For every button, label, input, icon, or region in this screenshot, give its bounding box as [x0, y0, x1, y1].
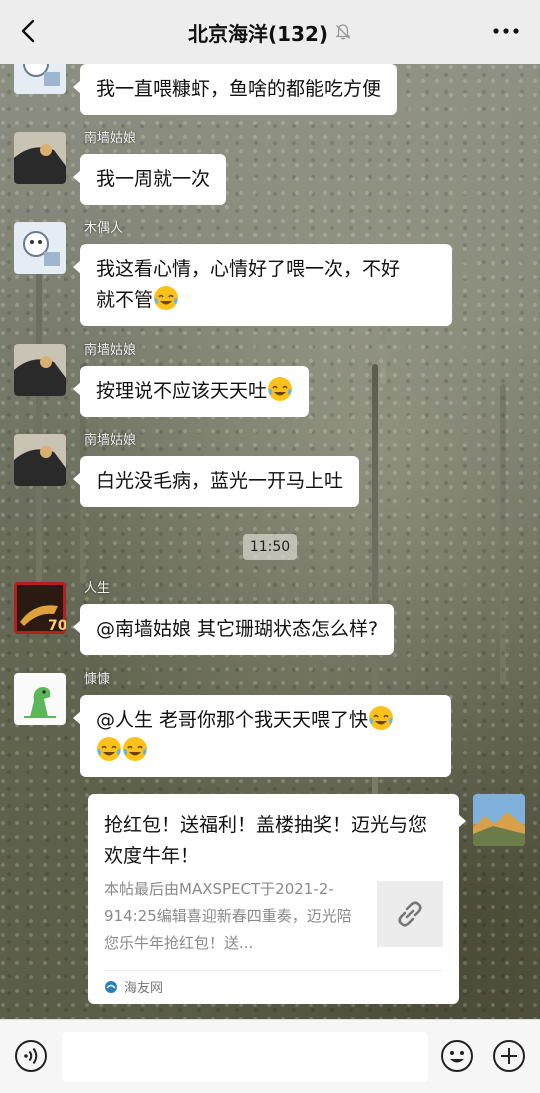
chat-title-wrap: 北京海洋(132) — [188, 18, 352, 47]
message-bubble[interactable]: 按理说不应该天天吐 — [72, 366, 310, 417]
message-text: @南墙姑娘 其它珊瑚状态怎么样? — [96, 618, 379, 640]
message-text-line1: 我这看心情，心情好了喂一次，不好 — [96, 258, 401, 280]
svg-text:70: 70 — [48, 618, 66, 634]
link-card[interactable]: 抢红包！送福利！盖楼抽奖！迈光与您欢度牛年！ 本帖最后由MAXSPECT于202… — [88, 794, 466, 1004]
sender-name: 南墙姑娘 — [84, 131, 137, 146]
self-avatar[interactable] — [473, 794, 525, 846]
message-text: 我一直喂糠虾，鱼啥的都能吃方便 — [96, 78, 382, 100]
input-bar — [0, 1019, 540, 1093]
avatar[interactable] — [14, 344, 66, 396]
chat-title: 北京海洋(132) — [187, 21, 329, 46]
message-text: @人生 老哥你那个我天天喂了快 — [96, 709, 369, 731]
timestamp: 11:50 — [243, 534, 297, 560]
avatar[interactable] — [14, 434, 66, 486]
message-text: 白光没毛病，蓝光一开马上吐 — [96, 470, 344, 492]
source-logo-icon — [105, 980, 117, 993]
message-bubble[interactable]: 我一直喂糠虾，鱼啥的都能吃方便 — [72, 64, 398, 115]
laugh-cry-emoji-icon — [268, 377, 293, 401]
link-card-description: 本帖最后由MAXSPECT于2021-2-914:25编辑喜迎新春四重奏，迈光陪… — [104, 880, 352, 952]
chevron-left-icon[interactable] — [14, 16, 44, 46]
laugh-cry-emoji-icon — [123, 737, 147, 761]
avatar[interactable] — [14, 673, 66, 725]
avatar[interactable]: 70 — [14, 582, 66, 634]
message-bubble[interactable]: @南墙姑娘 其它珊瑚状态怎么样? — [72, 604, 395, 655]
message-text-line2: 就不管 — [96, 289, 154, 311]
message-bubble[interactable]: @人生 老哥你那个我天天喂了快 — [73, 695, 451, 777]
laugh-cry-emoji-icon — [369, 706, 394, 730]
bell-muted-icon — [335, 24, 351, 40]
sender-name: 南墙姑娘 — [84, 343, 137, 358]
message-bubble[interactable]: 白光没毛病，蓝光一开马上吐 — [72, 456, 360, 507]
sender-name: 南墙姑娘 — [84, 433, 137, 448]
message-input[interactable] — [62, 1032, 428, 1082]
ellipsis-icon[interactable] — [490, 18, 522, 44]
sender-name: 木偶人 — [84, 221, 124, 236]
link-card-title: 抢红包！送福利！盖楼抽奖！迈光与您欢度牛年！ — [104, 814, 428, 867]
plus-icon[interactable] — [492, 1039, 526, 1073]
voice-icon[interactable] — [14, 1039, 48, 1073]
avatar[interactable] — [14, 222, 66, 274]
avatar[interactable] — [14, 132, 66, 184]
laugh-cry-emoji-icon — [97, 737, 121, 761]
message-text: 按理说不应该天天吐 — [96, 380, 268, 402]
message-text: 我一周就一次 — [96, 168, 211, 190]
link-card-source: 海友网 — [104, 970, 443, 996]
chat-header: 北京海洋(132) — [0, 0, 540, 64]
message-bubble[interactable]: 我一周就一次 — [72, 154, 227, 205]
emoji-icon[interactable] — [440, 1039, 474, 1073]
link-icon — [398, 901, 422, 927]
sender-name: 人生 — [84, 581, 111, 596]
message-bubble[interactable]: 我这看心情，心情好了喂一次，不好 就不管 — [73, 244, 452, 326]
sender-name: 慷慷 — [84, 672, 111, 687]
link-card-thumbnail — [377, 881, 443, 947]
laugh-cry-emoji-icon — [154, 286, 179, 310]
link-card-source-name: 海友网 — [124, 981, 164, 996]
